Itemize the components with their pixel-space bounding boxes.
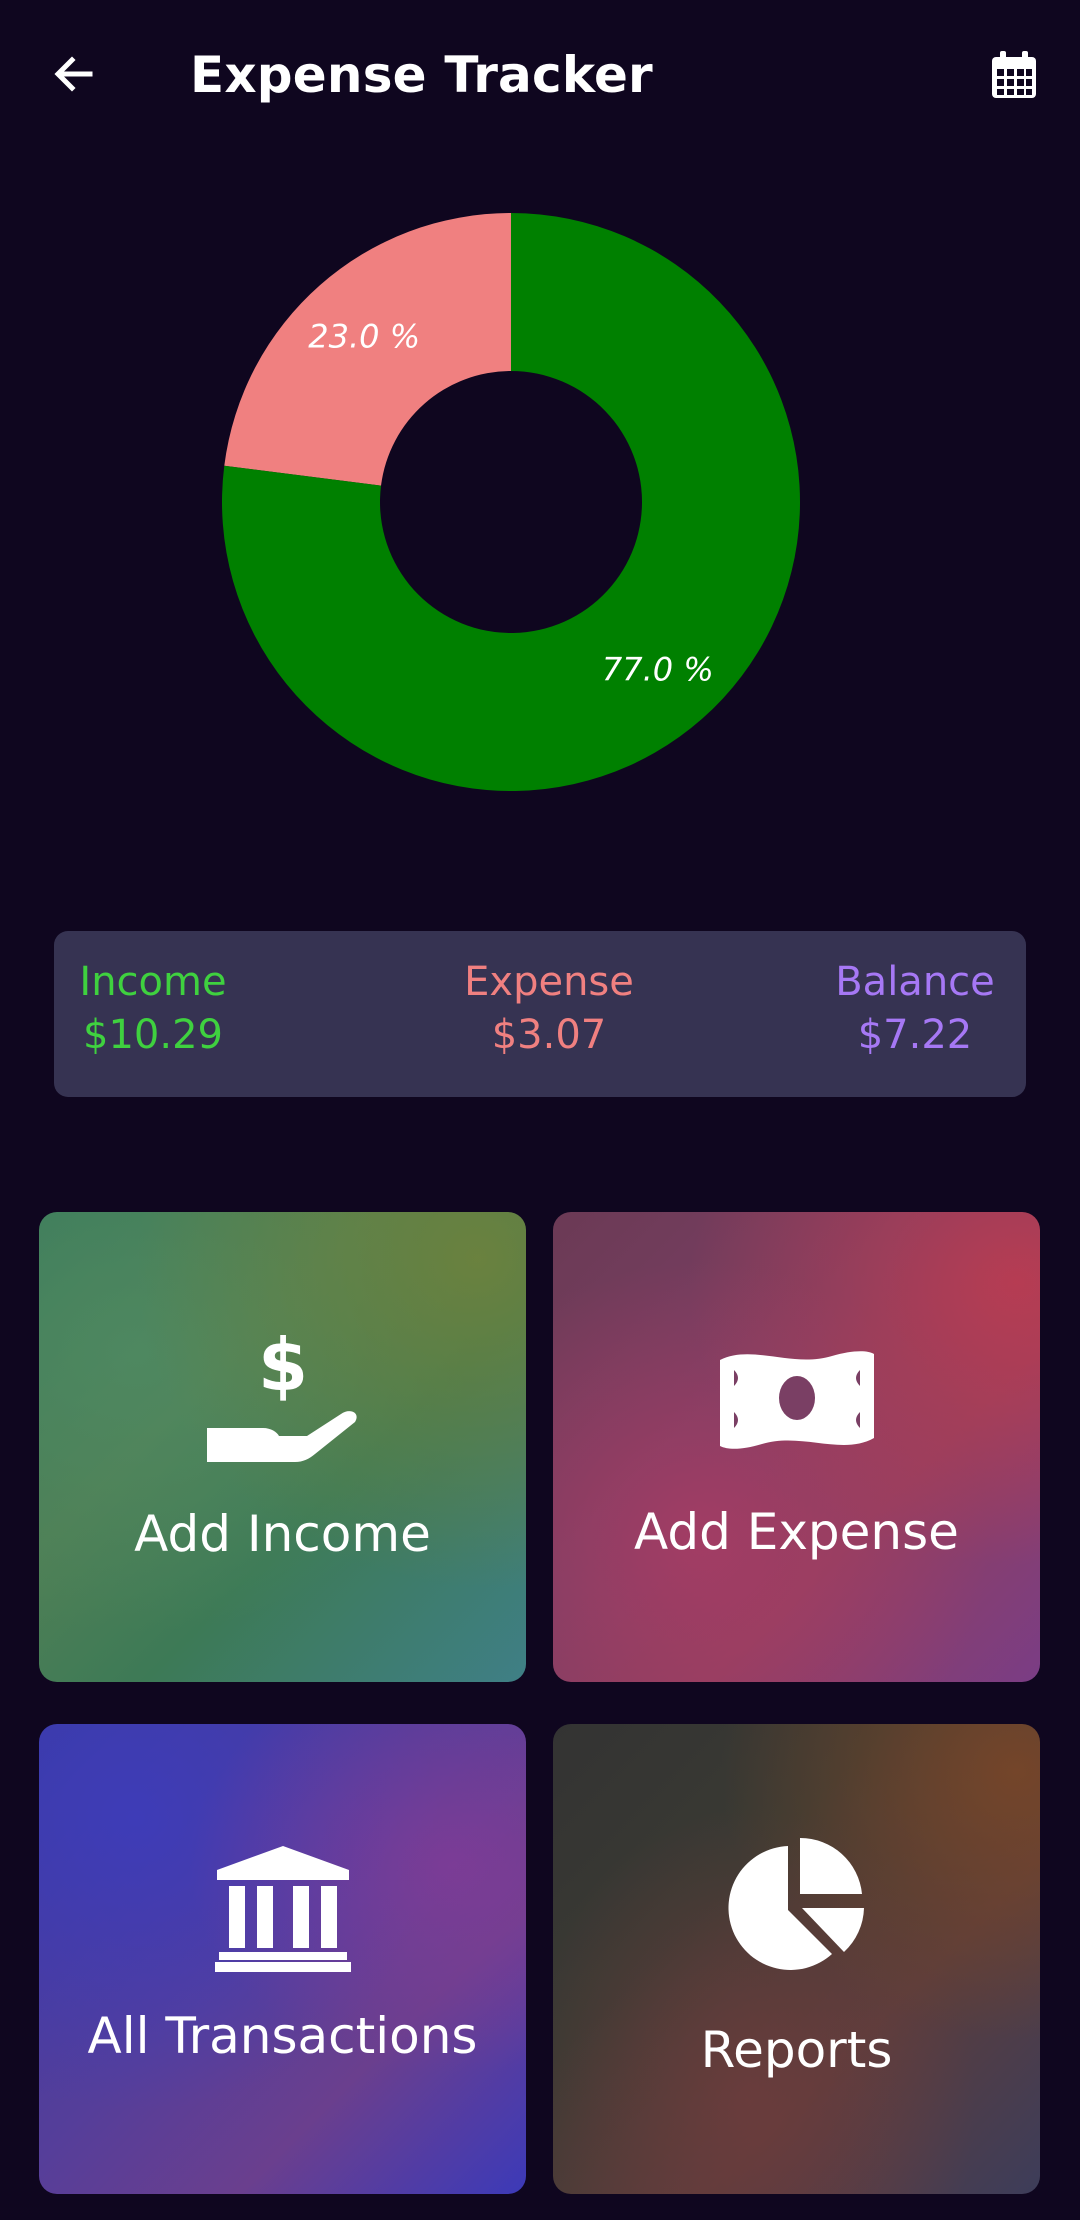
income-value: $10.29 xyxy=(83,1012,223,1058)
add-income-label: Add Income xyxy=(134,1505,431,1563)
hand-holding-dollar-icon: $ xyxy=(39,1330,526,1470)
donut-chart: 23.0 % 77.0 % xyxy=(221,212,801,791)
expense-summary: Expense $3.07 xyxy=(434,957,664,1063)
income-summary: Income $10.29 xyxy=(78,957,228,1063)
calendar-button[interactable] xyxy=(985,46,1043,104)
expense-label: Expense xyxy=(464,959,634,1005)
arrow-left-icon xyxy=(54,56,93,92)
add-expense-button[interactable]: Add Expense xyxy=(553,1212,1040,1682)
page-title: Expense Tracker xyxy=(190,46,653,104)
balance-summary: Balance $7.22 xyxy=(820,957,1010,1063)
all-transactions-button[interactable]: All Transactions xyxy=(39,1724,526,2194)
expense-value: $3.07 xyxy=(491,1012,607,1058)
income-label: Income xyxy=(79,959,227,1005)
balance-label: Balance xyxy=(835,959,995,1005)
svg-text:$: $ xyxy=(257,1330,307,1407)
app-bar: Expense Tracker xyxy=(0,0,1080,150)
bank-icon xyxy=(39,1844,526,1974)
balance-value: $7.22 xyxy=(857,1012,973,1058)
slice-label: 77.0 % xyxy=(602,651,714,689)
add-income-button[interactable]: $ Add Income xyxy=(39,1212,526,1682)
back-button[interactable] xyxy=(42,42,106,106)
add-expense-label: Add Expense xyxy=(634,1503,959,1561)
slice-label: 23.0 % xyxy=(308,317,420,355)
pie-chart-icon xyxy=(553,1834,1040,1984)
reports-button[interactable]: Reports xyxy=(553,1724,1040,2194)
calendar-icon xyxy=(992,51,1036,98)
all-transactions-label: All Transactions xyxy=(87,2007,478,2065)
summary-card: Income $10.29 Expense $3.07 Balance $7.2… xyxy=(54,931,1026,1097)
reports-label: Reports xyxy=(700,2021,893,2079)
money-bill-icon xyxy=(553,1340,1040,1460)
